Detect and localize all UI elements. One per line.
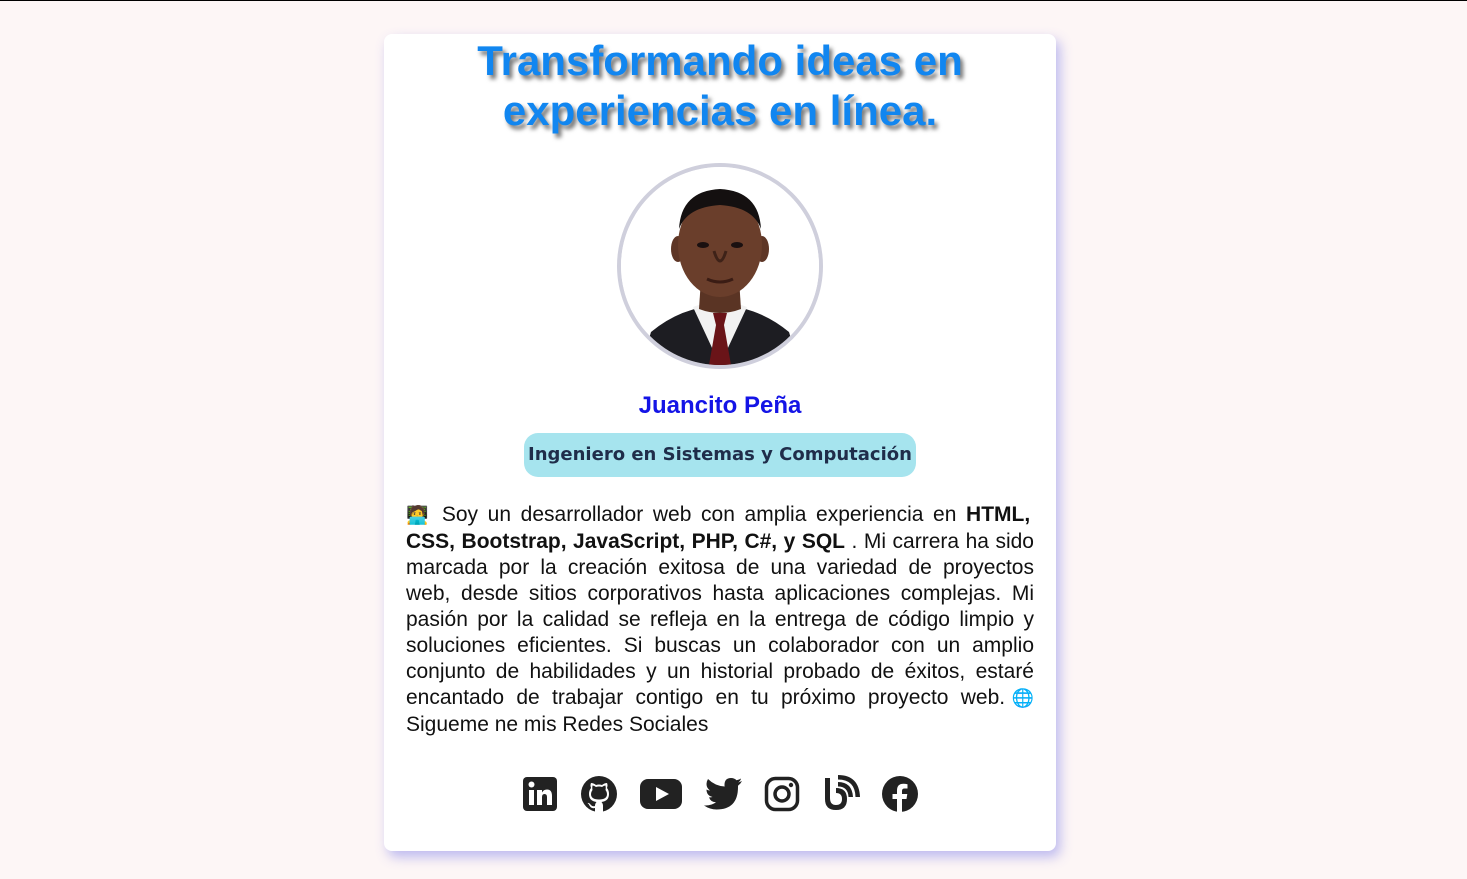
facebook-icon[interactable] [880,774,920,814]
top-border [0,0,1467,1]
profile-name: Juancito Peña [638,392,802,419]
bio-intro: Soy un desarrollador web con amplia expe… [432,503,967,526]
twitter-icon[interactable] [703,774,743,814]
avatar [617,163,823,369]
bio-follow: Sigueme ne mis Redes Sociales [406,713,709,736]
social-links [384,772,1056,816]
linkedin-icon[interactable] [520,774,560,814]
profile-title-badge: Ingeniero en Sistemas y Computación [524,433,916,477]
instagram-icon[interactable] [762,774,802,814]
hero-headline: Transformando ideas en experiencias en l… [384,36,1056,136]
hero-line-1: Transformando ideas en [477,37,963,84]
profile-photo [621,167,819,365]
github-icon[interactable] [579,774,619,814]
globe-emoji-icon: 🌐 [1005,688,1034,709]
blog-icon[interactable] [821,774,861,814]
profile-card: Transformando ideas en experiencias en l… [384,34,1056,851]
hero-line-2: experiencias en línea. [502,87,938,134]
bio-body: . Mi carrera ha sido marcada por la crea… [406,530,1034,709]
technologist-emoji-icon: 🧑‍💻 [406,505,433,526]
bio-paragraph: 🧑‍💻 Soy un desarrollador web con amplia … [406,502,1034,738]
youtube-icon[interactable] [638,774,684,814]
